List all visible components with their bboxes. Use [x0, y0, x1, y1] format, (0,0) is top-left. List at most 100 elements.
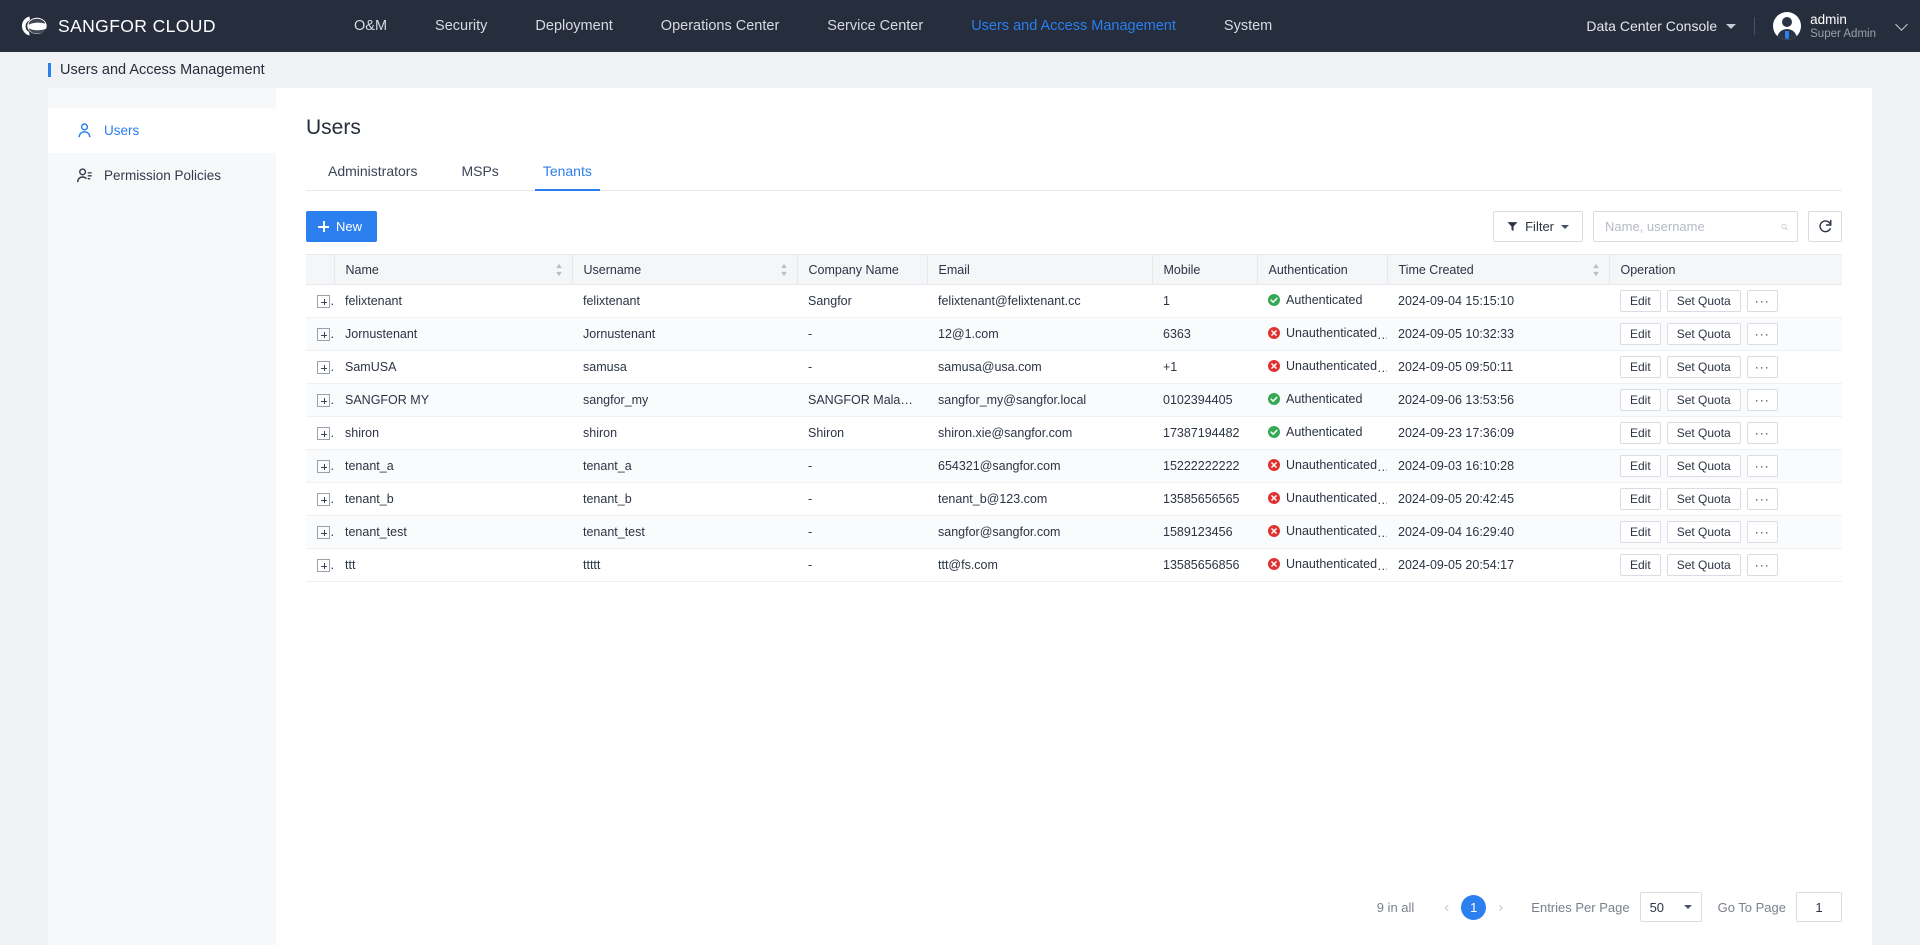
cell-email: sangfor_my@sangfor.local — [927, 383, 1152, 417]
column-header-expand — [306, 254, 335, 285]
set-quota-button[interactable]: Set Quota — [1666, 356, 1741, 378]
expand-row-icon[interactable] — [317, 328, 330, 342]
refresh-icon — [1818, 219, 1831, 233]
set-quota-button[interactable]: Set Quota — [1666, 290, 1741, 312]
edit-button[interactable]: Edit — [1620, 389, 1661, 411]
set-quota-button[interactable]: Set Quota — [1666, 422, 1741, 444]
expand-row-icon[interactable] — [317, 559, 330, 573]
cell-company-name: Shiron — [797, 416, 927, 450]
more-actions-button[interactable]: ··· — [1746, 455, 1778, 477]
set-quota-button[interactable]: Set Quota — [1666, 323, 1741, 345]
sort-arrows-icon[interactable] — [555, 262, 563, 277]
set-quota-button[interactable]: Set Quota — [1666, 389, 1741, 411]
new-button[interactable]: New — [306, 211, 378, 242]
table-toolbar: New Filter — [306, 211, 1842, 242]
go-to-page-input[interactable] — [1796, 892, 1842, 922]
search-icon[interactable] — [1781, 220, 1788, 234]
entries-per-page-select[interactable]: 50 — [1639, 892, 1702, 922]
main-panel: Users Administrators MSPs Tenants New Fi… — [276, 88, 1872, 945]
more-actions-button[interactable]: ··· — [1746, 488, 1778, 510]
more-actions-button[interactable]: ··· — [1746, 389, 1778, 411]
more-actions-button[interactable]: ··· — [1746, 356, 1778, 378]
column-header-time-created[interactable]: Time Created — [1387, 254, 1610, 285]
user-menu[interactable]: admin Super Admin — [1773, 11, 1908, 41]
column-header-username[interactable]: Username — [572, 254, 798, 285]
table-row: shiron shiron Shiron shiron.xie@sangfor.com… — [306, 416, 1842, 450]
edit-button[interactable]: Edit — [1620, 554, 1661, 576]
search-box[interactable] — [1593, 211, 1798, 242]
cell-mobile: 1589123456 — [1152, 515, 1257, 549]
cell-email: samusa@usa.com — [927, 350, 1152, 384]
cell-operation: Edit Set Quota ··· — [1609, 317, 1842, 351]
tab-tenants[interactable]: Tenants — [521, 163, 614, 191]
page-body: Users Permission Policies Users Administ… — [0, 88, 1920, 945]
nav-item-security[interactable]: Security — [411, 0, 511, 52]
sidebar-item-permission-policies[interactable]: Permission Policies — [48, 153, 276, 198]
cell-authentication: Authenticated — [1257, 416, 1387, 450]
console-selector[interactable]: Data Center Console — [1586, 18, 1737, 34]
status-badge: Unauthenticated — [1268, 491, 1377, 505]
expand-row-icon[interactable] — [317, 526, 330, 540]
more-actions-button[interactable]: ··· — [1746, 290, 1778, 312]
more-actions-button[interactable]: ··· — [1746, 422, 1778, 444]
set-quota-button[interactable]: Set Quota — [1666, 488, 1741, 510]
nav-item-deployment[interactable]: Deployment — [511, 0, 636, 52]
edit-button[interactable]: Edit — [1620, 323, 1661, 345]
set-quota-button[interactable]: Set Quota — [1666, 554, 1741, 576]
nav-item-om[interactable]: O&M — [330, 0, 411, 52]
nav-item-users-and-access-management[interactable]: Users and Access Management — [947, 0, 1200, 52]
table-row: ttt ttttt - ttt@fs.com 13585656856 Unauthenti… — [306, 548, 1842, 582]
edit-button[interactable]: Edit — [1620, 422, 1661, 444]
nav-item-service-center[interactable]: Service Center — [803, 0, 947, 52]
user-icon — [78, 123, 91, 138]
nav-item-operations-center[interactable]: Operations Center — [637, 0, 803, 52]
table-row: Jornustenant Jornustenant -12@1.com 6363 Una… — [306, 317, 1842, 351]
edit-button[interactable]: Edit — [1620, 521, 1661, 543]
expand-row-icon[interactable] — [317, 427, 330, 441]
refresh-button[interactable] — [1808, 211, 1842, 242]
cell-username: ttttt — [572, 548, 797, 582]
filter-button[interactable]: Filter — [1493, 211, 1583, 242]
sort-arrows-icon[interactable] — [780, 262, 788, 277]
set-quota-button[interactable]: Set Quota — [1666, 521, 1741, 543]
next-page-button[interactable]: › — [1486, 899, 1515, 916]
expand-row-icon[interactable] — [317, 361, 330, 375]
status-badge-label: Unauthenticated — [1286, 359, 1378, 373]
column-header-name[interactable]: Name — [334, 254, 573, 285]
set-quota-button[interactable]: Set Quota — [1666, 455, 1741, 477]
more-actions-button[interactable]: ··· — [1746, 323, 1778, 345]
cell-mobile: 17387194482 — [1152, 416, 1257, 450]
divider — [1754, 17, 1756, 35]
brand-logo-area[interactable]: SANGFOR CLOUD — [0, 13, 330, 39]
expand-row-icon[interactable] — [317, 460, 330, 474]
cell-time-created: 2024-09-23 17:36:09 — [1387, 416, 1609, 450]
status-badge-label: Unauthenticated — [1286, 491, 1378, 505]
chevron-down-icon — [1726, 23, 1737, 29]
edit-button[interactable]: Edit — [1620, 488, 1661, 510]
cell-mobile: 0102394405 — [1152, 383, 1257, 417]
expand-row-icon[interactable] — [317, 295, 330, 309]
tab-msps[interactable]: MSPs — [439, 163, 520, 190]
user-name: admin — [1810, 11, 1847, 27]
cell-username: felixtenant — [572, 284, 797, 318]
table-row: tenant_a tenant_a -654321@sangfor.com 15222… — [306, 449, 1842, 483]
tab-administrators[interactable]: Administrators — [306, 163, 439, 190]
expand-row-icon[interactable] — [317, 394, 330, 408]
sort-arrows-icon[interactable] — [1592, 262, 1600, 277]
search-input[interactable] — [1605, 219, 1781, 234]
sidebar-item-users[interactable]: Users — [48, 108, 276, 153]
column-header-email: Email — [927, 254, 1153, 285]
expand-row-icon[interactable] — [317, 493, 330, 507]
prev-page-button[interactable]: ‹ — [1432, 899, 1461, 916]
page-title-bar: Users and Access Management — [0, 52, 1920, 88]
edit-button[interactable]: Edit — [1620, 356, 1661, 378]
more-actions-button[interactable]: ··· — [1746, 521, 1778, 543]
cell-operation: Edit Set Quota ··· — [1609, 416, 1842, 450]
edit-button[interactable]: Edit — [1620, 290, 1661, 312]
entries-per-page-value: 50 — [1649, 899, 1665, 915]
edit-button[interactable]: Edit — [1620, 455, 1661, 477]
more-actions-button[interactable]: ··· — [1746, 554, 1778, 576]
cell-operation: Edit Set Quota ··· — [1609, 284, 1842, 318]
nav-item-system[interactable]: System — [1200, 0, 1296, 52]
page-number-1[interactable]: 1 — [1461, 894, 1487, 920]
